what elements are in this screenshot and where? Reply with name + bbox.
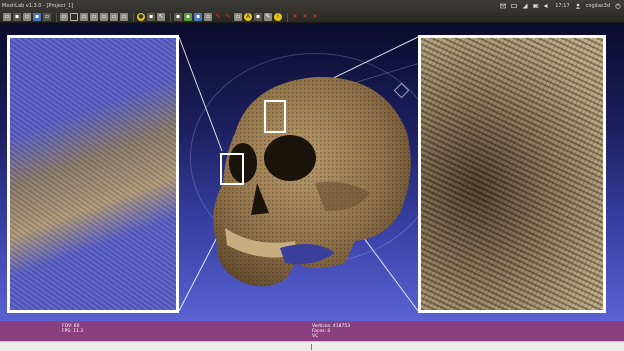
open-mesh-icon[interactable]: ▫ [23,13,31,21]
clock[interactable]: 17:17 [555,3,569,9]
paint-icon[interactable]: ✎ [214,13,222,21]
mail-icon[interactable] [500,3,507,9]
texture-icon[interactable]: ▫ [120,13,128,21]
bottom-status-bar [0,341,624,351]
fps-readout: FPS: 11.3 [62,329,84,334]
point-picker-icon[interactable]: ▫ [234,13,242,21]
smooth-icon[interactable]: ▫ [110,13,118,21]
delete-all-icon[interactable]: ✕ [311,13,319,21]
texture-paint-icon[interactable]: ▪ [254,13,262,21]
power-icon[interactable] [615,3,621,9]
points-icon[interactable]: ▫ [90,13,98,21]
render-viewport[interactable] [0,23,624,321]
align-icon[interactable]: ▪ [194,13,202,21]
paint-select-icon[interactable]: ✎ [224,13,232,21]
backface-icon[interactable]: ▪ [147,13,155,21]
keyboard-icon[interactable] [511,3,518,9]
snapshot-icon[interactable]: ▫ [43,13,51,21]
status-info-bar: FOV: 60 FPS: 11.3 Vertices: 418753 Faces… [0,321,624,341]
new-project-icon[interactable]: ▫ [3,13,11,21]
wireframe-icon[interactable]: ▫ [80,13,88,21]
delete-vert-icon[interactable]: ✕ [301,13,309,21]
delete-face-icon[interactable]: ✕ [291,13,299,21]
user-name[interactable]: cogitas3d [586,3,610,9]
layers-icon[interactable]: ▪ [174,13,182,21]
annotation-icon[interactable]: A [244,13,252,21]
title-bar: MeshLab v1.3.0 - [Project_1] ▫ ▪ ▫ ▪ ▫ ▫… [0,0,624,23]
fullscreen-icon[interactable]: ▫ [60,13,68,21]
open-project-icon[interactable]: ▪ [13,13,21,21]
battery-icon[interactable] [533,3,539,9]
zoom-region-cheek[interactable] [220,153,244,185]
zoom-region-eye[interactable] [264,100,286,133]
colors-icon[interactable]: ▪ [184,13,192,21]
vc-readout: VC [312,334,319,339]
flat-icon[interactable]: ▫ [100,13,108,21]
user-icon [575,3,581,9]
trackball-icon[interactable] [70,13,78,21]
network-icon[interactable] [522,3,528,9]
zoom-panel-left [7,35,179,313]
lighting-icon[interactable]: ● [137,13,145,21]
zoom-panel-right [418,35,606,313]
main-toolbar: ▫ ▪ ▫ ▪ ▫ ▫ ▫ ▫ ▫ ▫ ▫ ● ▪ ↖ ▪ ▪ ▪ ▫ ✎ ✎ … [0,11,470,23]
progress-marker [311,344,312,350]
brush-icon[interactable]: ✎ [264,13,272,21]
save-icon[interactable]: ▪ [33,13,41,21]
measure-icon[interactable]: ▫ [204,13,212,21]
toolbar-separator [287,12,288,22]
system-tray: 17:17 cogitas3d [500,0,621,12]
volume-icon[interactable] [544,3,550,9]
toolbar-separator [56,12,57,22]
info-icon[interactable]: i [274,13,282,21]
toolbar-separator [133,12,134,22]
toolbar-separator [170,12,171,22]
selection-icon[interactable]: ↖ [157,13,165,21]
